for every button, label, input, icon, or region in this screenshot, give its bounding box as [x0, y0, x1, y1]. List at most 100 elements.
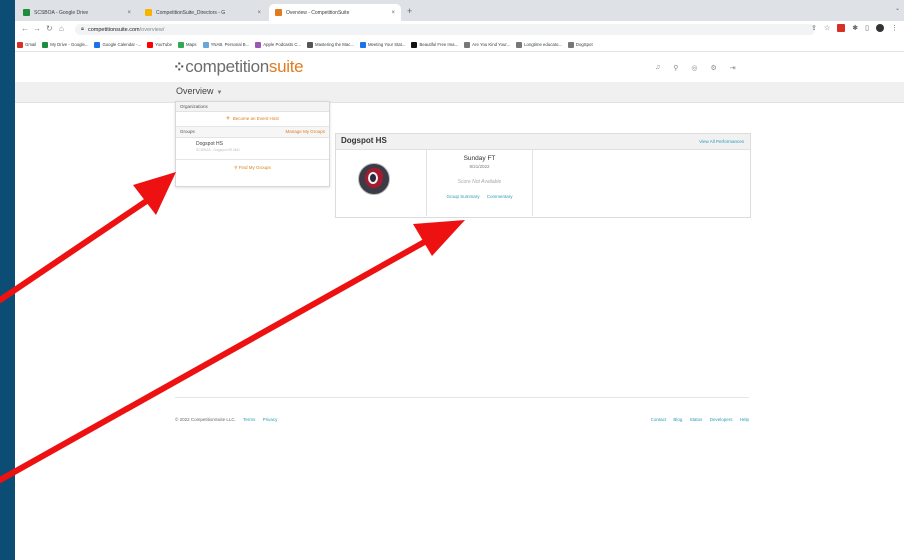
bookmark-item[interactable]: Are You Kind Your...: [464, 41, 510, 48]
tab-directors-sheet[interactable]: CompetitionSuite_Directors - G ×: [139, 4, 267, 21]
drive-icon: [42, 41, 49, 48]
header-icons: ♫ ⚲ ◎ ⚙ ⇥: [655, 64, 736, 72]
group-logo-avatar: [358, 163, 390, 195]
view-all-performances-link[interactable]: View All Performances: [699, 139, 744, 144]
bookmark-item[interactable]: DogSpot: [567, 41, 593, 48]
terms-link[interactable]: Terms: [243, 417, 255, 422]
group-card: Dogspot HS View All Performances Sunday …: [335, 133, 751, 218]
user-icon: [307, 41, 314, 48]
profile-avatar[interactable]: [876, 24, 884, 32]
group-item-dogspot[interactable]: Dogspot HS SCSBOA - Dogspot HS M&I: [176, 138, 329, 160]
tab-search-icon[interactable]: ⌄: [895, 5, 900, 12]
bookmark-item[interactable]: Meeting Your Stat...: [359, 41, 405, 48]
music-icon[interactable]: ♫: [655, 64, 660, 72]
bookmark-item[interactable]: Gmail: [17, 41, 36, 48]
bookmark-item[interactable]: My Drive - Google...: [42, 41, 88, 48]
group-subtitle: SCSBOA - Dogspot HS M&I: [196, 148, 240, 152]
competitionsuite-icon: [275, 9, 282, 16]
score-status: Score Not Available: [457, 179, 502, 185]
close-icon[interactable]: ×: [257, 10, 261, 16]
bookmark-item[interactable]: Longtime educato...: [516, 41, 562, 48]
contact-link[interactable]: Contact: [651, 417, 667, 422]
bookmark-item[interactable]: YouTube: [147, 41, 172, 48]
podcasts-icon: [255, 41, 262, 48]
overview-menu-toggle[interactable]: Overview ▼: [176, 86, 222, 96]
address-bar[interactable]: 🔒︎ competitionsuite.com/overview/: [75, 24, 815, 35]
star-icon[interactable]: ☆: [824, 24, 830, 32]
competitionsuite-logo[interactable]: ⁘competitionsuite: [173, 57, 304, 77]
footer-links: Contact Blog Status Developers Help: [615, 417, 749, 422]
maps-icon: [178, 41, 185, 48]
bookmarks-bar: Gmail My Drive - Google... Google Calend…: [15, 38, 904, 52]
close-icon[interactable]: ×: [127, 10, 131, 16]
card-header: Dogspot HS View All Performances: [336, 134, 750, 150]
card-title[interactable]: Dogspot HS: [341, 136, 387, 145]
copyright-text: © 2022 CompetitionSuite LLC.: [175, 417, 236, 422]
browser-window: SCSBOA - Google Drive × CompetitionSuite…: [15, 0, 904, 560]
performance-name: Sunday FT: [463, 155, 496, 162]
sheets-icon: [145, 9, 152, 16]
youtube-icon: [147, 41, 154, 48]
back-icon[interactable]: ←: [21, 24, 29, 34]
url-domain: competitionsuite.com: [87, 26, 140, 33]
site-header: ⁘competitionsuite ♫ ⚲ ◎ ⚙ ⇥: [15, 52, 904, 82]
ynab-icon: [202, 41, 209, 48]
calendar-icon: [94, 41, 101, 48]
overview-dropdown: Organizations + Become an Event Host Grou…: [175, 101, 330, 187]
footer-divider: [175, 397, 749, 398]
bookmark-item[interactable]: Beautiful Free Ima...: [411, 41, 458, 48]
status-link[interactable]: Status: [690, 417, 703, 422]
logout-icon[interactable]: ⇥: [730, 64, 736, 72]
close-icon[interactable]: ×: [391, 10, 395, 16]
globe-icon: [464, 41, 471, 48]
pdf-extension-icon[interactable]: [837, 24, 846, 32]
blog-link[interactable]: Blog: [673, 417, 682, 422]
reload-icon[interactable]: ↻: [46, 24, 53, 34]
performance-cell: Sunday FT 8/21/2022 Score Not Available …: [426, 149, 533, 216]
browser-toolbar: ← → ↻ ⌂ 🔒︎ competitionsuite.com/overview…: [15, 21, 904, 38]
unsplash-icon: [411, 41, 418, 48]
privacy-link[interactable]: Privacy: [263, 417, 278, 422]
home-icon[interactable]: ⌂: [59, 24, 64, 34]
tab-label: SCSBOA - Google Drive: [34, 9, 89, 16]
performance-links: Group Summary Commentary: [427, 194, 532, 199]
drive-icon: [23, 9, 30, 16]
lock-icon: 🔒︎: [81, 26, 84, 32]
bookmark-item[interactable]: Maps: [178, 41, 197, 48]
plus-icon: +: [226, 116, 230, 122]
paw-icon: [567, 41, 574, 48]
tab-strip: SCSBOA - Google Drive × CompetitionSuite…: [15, 0, 904, 21]
sidebar-icon[interactable]: ▯: [865, 24, 869, 32]
forward-icon[interactable]: →: [33, 24, 41, 34]
extensions-icon[interactable]: ✱: [852, 24, 858, 32]
tab-google-drive[interactable]: SCSBOA - Google Drive ×: [17, 4, 137, 21]
commentary-link[interactable]: Commentary: [487, 194, 513, 199]
become-event-host-link[interactable]: + Become an Event Host: [176, 112, 329, 127]
search-icon[interactable]: ⚲: [673, 64, 678, 72]
bookmark-item[interactable]: Mastering the Mac...: [307, 41, 354, 48]
help-link[interactable]: Help: [740, 417, 749, 422]
groups-label: Groups: [180, 129, 195, 134]
bookmark-item[interactable]: Google Calendar -...: [94, 41, 141, 48]
bookmark-item[interactable]: Apple Podcasts C...: [255, 41, 301, 48]
caret-down-icon: ▼: [216, 90, 223, 96]
share-icon[interactable]: ⇪: [811, 24, 817, 32]
developers-link[interactable]: Developers: [710, 417, 733, 422]
find-groups-link[interactable]: ⚲ Find My Groups: [176, 160, 329, 176]
help-icon[interactable]: ◎: [691, 64, 697, 72]
performance-date: 8/21/2022: [469, 164, 490, 169]
tab-overview[interactable]: Overview - CompetitionSuite ×: [269, 4, 401, 21]
url-path: /overview/: [139, 26, 165, 33]
bookmark-item[interactable]: YNAB. Personal B...: [202, 41, 249, 48]
new-tab-icon[interactable]: +: [407, 6, 412, 16]
gmail-icon: [17, 41, 23, 48]
gear-icon[interactable]: ⚙: [711, 64, 717, 72]
tab-label: Overview - CompetitionSuite: [286, 9, 350, 16]
logo-dots-icon: ⁘: [173, 59, 186, 76]
manage-groups-link[interactable]: Manage My Groups: [285, 127, 325, 137]
tab-label: CompetitionSuite_Directors - G: [156, 9, 226, 16]
group-summary-link[interactable]: Group Summary: [446, 194, 479, 199]
groups-header: Groups Manage My Groups: [176, 127, 329, 138]
menu-icon[interactable]: ⋮: [891, 24, 898, 32]
group-name: Dogspot HS: [196, 141, 223, 147]
